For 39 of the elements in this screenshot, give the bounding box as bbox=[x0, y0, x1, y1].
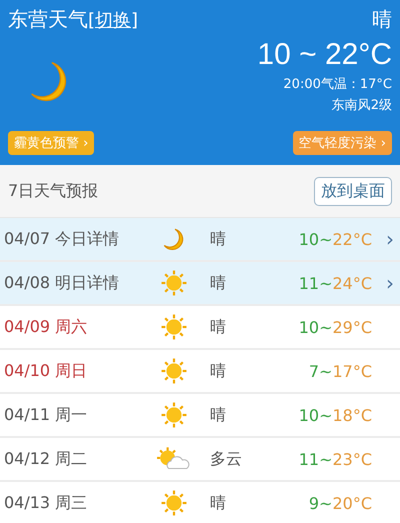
forecast-date: 04/07 今日详情 bbox=[4, 228, 120, 250]
temperature-range: 7~17°C bbox=[308, 362, 372, 380]
sun-icon bbox=[161, 358, 187, 384]
temperature-range: 10~29°C bbox=[298, 318, 372, 336]
forecast-date: 04/09 周六 bbox=[4, 316, 88, 338]
desktop-button[interactable]: 放到桌面 bbox=[314, 176, 392, 206]
city-name: 东营天气 bbox=[8, 6, 88, 33]
temperature-range: 10~18°C bbox=[298, 406, 372, 424]
temperature-range: 11~23°C bbox=[298, 450, 372, 468]
chevron-icon: › bbox=[372, 271, 394, 295]
forecast-row[interactable]: 04/08 明日详情 晴 11~24°C › bbox=[0, 262, 400, 306]
sun-icon bbox=[161, 490, 187, 516]
forecast-date: 04/11 周一 bbox=[4, 404, 88, 426]
weather-condition: 多云 bbox=[209, 448, 243, 470]
forecast-date: 04/13 周三 bbox=[4, 492, 88, 514]
temperature-range: 10 ~ 22°C bbox=[257, 37, 392, 73]
switch-link[interactable]: [切换] bbox=[88, 8, 138, 32]
sun-icon bbox=[161, 314, 187, 340]
sun-cloud-icon bbox=[156, 446, 192, 472]
sun-icon bbox=[161, 270, 187, 296]
forecast-title: 7日天气预报 bbox=[8, 180, 98, 202]
forecast-date: 04/08 明日详情 bbox=[4, 272, 120, 294]
current-temperature: 20:00气温：17°C bbox=[283, 76, 392, 94]
weather-condition: 晴 bbox=[209, 272, 227, 294]
temperature-range: 9~20°C bbox=[308, 494, 372, 512]
sun-icon bbox=[161, 402, 187, 428]
weather-condition: 晴 bbox=[209, 360, 227, 382]
weather-condition: 晴 bbox=[209, 228, 227, 250]
temperature-range: 11~24°C bbox=[298, 274, 372, 292]
weather-condition: 晴 bbox=[209, 492, 227, 514]
temperature-range: 10~22°C bbox=[298, 230, 372, 248]
weather-condition: 晴 bbox=[209, 404, 227, 426]
forecast-date: 04/12 周二 bbox=[4, 448, 88, 470]
wind-info: 东南风2级 bbox=[332, 97, 392, 115]
weather-condition: 晴 bbox=[209, 316, 227, 338]
weather-condition: 晴 bbox=[372, 6, 392, 33]
forecast-row[interactable]: 04/07 今日详情 晴 10~22°C › bbox=[0, 218, 400, 262]
forecast-date: 04/10 周日 bbox=[4, 360, 88, 382]
chevron-icon: › bbox=[372, 227, 394, 251]
